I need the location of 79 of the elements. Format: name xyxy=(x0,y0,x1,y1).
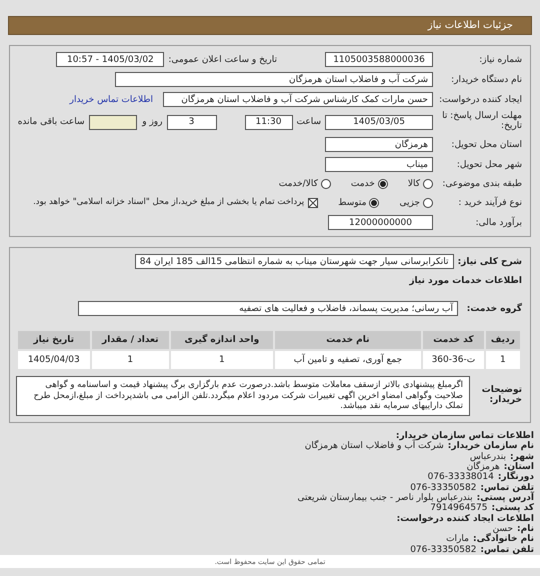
contact-label: تلفن تماس: xyxy=(480,482,534,493)
field-label: ساعت باقی مانده xyxy=(18,117,84,128)
column-header: ردیف xyxy=(486,331,520,350)
field-label: اطلاعات خدمات مورد نیاز xyxy=(409,276,522,286)
radio-button[interactable] xyxy=(423,198,433,208)
field-label: شرح کلی نیاز: xyxy=(458,256,522,267)
contact-link[interactable]: اطلاعات تماس خریدار xyxy=(70,94,153,105)
contact-label: نام سازمان خریدار: xyxy=(448,441,534,452)
radio-button[interactable] xyxy=(378,179,388,190)
table-cell: ت-36-360 xyxy=(423,351,484,370)
contact-label: نام: xyxy=(517,524,534,534)
field-label: تاریخ و ساعت اعلان عمومی: xyxy=(168,54,277,65)
contact-value: 7914964575 xyxy=(430,503,488,514)
text-field[interactable]: 12000000000 xyxy=(328,215,433,230)
radio-button[interactable] xyxy=(369,198,380,208)
contact-value: 076-33350582 xyxy=(410,482,476,493)
page-header: جزئیات اطلاعات نیاز xyxy=(8,16,532,36)
contact-value: مارات xyxy=(446,534,469,545)
field-label: ساعت xyxy=(296,117,321,128)
option-label: خدمت xyxy=(350,179,375,190)
contact-label: دورنگار: xyxy=(498,472,534,483)
table-cell: 1 xyxy=(486,351,520,370)
option-label: متوسط xyxy=(338,198,366,208)
contact-value: شرکت آب و فاضلاب استان هرمزگان xyxy=(304,441,444,452)
radio-button[interactable] xyxy=(423,179,433,190)
text-field[interactable]: میناب xyxy=(325,157,433,172)
radio-button[interactable] xyxy=(320,179,331,190)
field-label: نام دستگاه خریدار: xyxy=(450,74,522,85)
table-cell: 1 xyxy=(92,351,170,370)
text-field[interactable]: تانکرابرسانی سیار جهت شهرستان میناب به شماره انتظامی 15الف 185 ایران 84 xyxy=(134,254,454,270)
text-field[interactable]: 1405/03/02 - 10:57 xyxy=(56,52,164,68)
field-label: استان محل تحویل: xyxy=(450,140,522,150)
text-field[interactable]: 1105003588000036 xyxy=(325,52,433,68)
table-cell: 1 xyxy=(171,351,273,370)
option-label: جزیی xyxy=(399,198,420,208)
text-field[interactable]: 11:30 xyxy=(244,114,292,130)
remaining-field xyxy=(88,114,136,130)
contact-label: نام خانوادگی: xyxy=(472,534,534,545)
contact-label: شهر: xyxy=(510,452,534,462)
column-header: تعداد / مقدار xyxy=(92,331,170,350)
table-cell: جمع آوری، تصفیه و تامین آب xyxy=(274,351,422,370)
contact-label: استان: xyxy=(504,462,534,472)
column-header: واحد اندازه گیری xyxy=(171,331,273,350)
field-label: توضیحات خریدار: xyxy=(480,386,522,406)
contact-value: حسن xyxy=(492,524,514,534)
field-label: روز و xyxy=(140,117,162,128)
field-label: مهلت ارسال پاسخ: تا تاریخ: xyxy=(441,112,522,132)
contact-label: کد پستی: xyxy=(492,503,534,514)
option-label: کالا xyxy=(408,179,420,190)
field-label: ایجاد کننده درخواست: xyxy=(438,94,522,105)
checkbox[interactable] xyxy=(308,198,318,208)
option-label: کالا/خدمت xyxy=(278,179,318,190)
payment-note: پرداخت تمام یا بخشی از مبلغ خرید،از محل "اسناد خزانه اسلامی" خواهد بود. xyxy=(32,198,304,208)
column-header: کد خدمت xyxy=(423,331,484,350)
text-field[interactable]: هرمزگان xyxy=(325,137,433,152)
table-cell: 1405/04/03 xyxy=(18,351,90,370)
contact-value: بندرعباس xyxy=(470,452,506,462)
notes-text: اگرمبلغ پیشنهادی بالاتر ازسقف معاملات متوسط باشد.درصورت عدم بارگزاری برگ پیشنهاد قیمت و اساسنامه و گواهی صلاحیت وگواهی امضاو اخرین اگهی تغییرات شرکت مردود اعلام میگردد.تلفن الزامی می باشدپرداخت از مبلغ،ازمحل طرح تملک داراییهای سرمایه نقد میباشد. xyxy=(16,376,470,416)
column-header: نام خدمت xyxy=(274,331,422,350)
text-field[interactable]: 3 xyxy=(166,114,216,130)
section-title: اطلاعات تماس سازمان خریدار: xyxy=(394,430,534,441)
text-field[interactable]: 1405/03/05 xyxy=(325,114,433,130)
section-title: اطلاعات ایجاد کننده درخواست: xyxy=(396,514,534,524)
field-label: برآورد مالی: xyxy=(474,218,522,228)
field-label: گروه خدمت: xyxy=(466,304,522,314)
contact-label: آدرس پستی: xyxy=(476,492,534,503)
contact-value: 076-33338014 xyxy=(428,472,494,483)
text-field[interactable]: شرکت آب و فاضلاب استان هرمزگان xyxy=(115,72,433,88)
text-field[interactable]: آب رسانی؛ مدیریت پسماند، فاضلاب و فعالیت های تصفیه xyxy=(78,301,458,316)
contact-value: بندرعباس بلوار ناصر - جنب بیمارستان شریعتی xyxy=(297,492,473,504)
contact-value: 076-33350582 xyxy=(410,544,476,556)
field-label: نوع فرآیند خرید : xyxy=(457,198,522,208)
text-field[interactable]: حسن مارات کمک کارشناس شرکت آب و فاضلاب استان هرمزگان xyxy=(163,92,433,108)
column-header: تاریخ نیاز xyxy=(18,331,90,350)
field-label: شهر محل تحویل: xyxy=(456,160,522,170)
field-label: طبقه بندی موضوعی: xyxy=(441,179,522,190)
field-label: شماره نیاز: xyxy=(478,54,522,65)
contact-label: تلفن تماس: xyxy=(480,544,534,556)
contact-value: هرمزگان xyxy=(466,462,500,472)
